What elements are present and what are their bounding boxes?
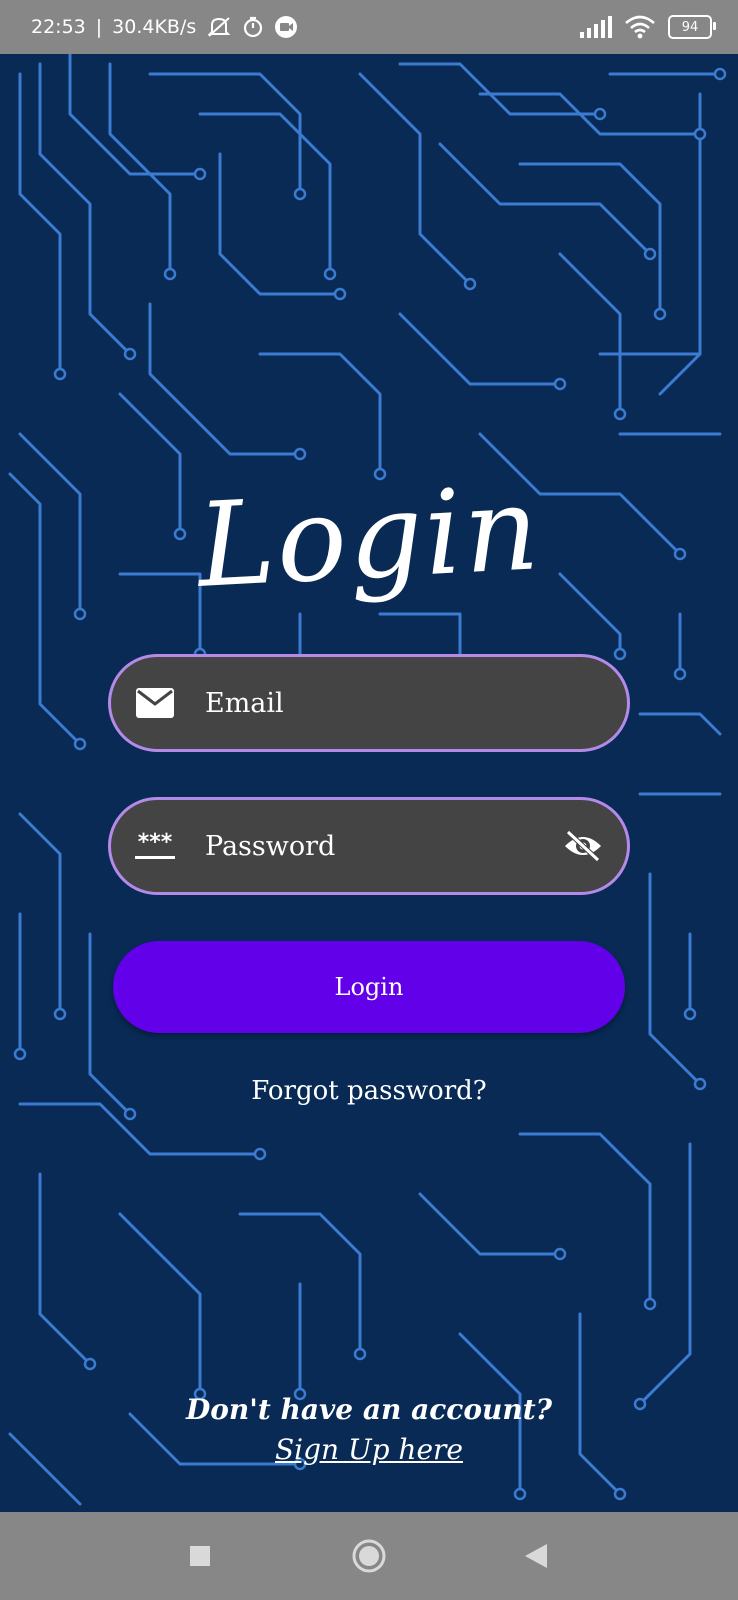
no-account-text: Don't have an account? [185, 1393, 553, 1426]
login-button[interactable]: Login [113, 941, 625, 1033]
status-time: 22:53 [31, 16, 86, 38]
email-placeholder: Email [205, 687, 284, 719]
eye-off-icon[interactable] [561, 824, 605, 868]
navigation-bar [0, 1512, 738, 1600]
wifi-icon [624, 15, 656, 39]
status-net-speed: 30.4KB/s [112, 16, 197, 38]
password-mask-icon: *** [133, 824, 177, 868]
square-icon[interactable] [160, 1512, 240, 1600]
status-separator: | [95, 16, 103, 38]
status-bar: 22:53 | 30.4KB/s 94 [0, 0, 738, 54]
mail-icon [133, 681, 177, 725]
record-icon [274, 15, 298, 39]
battery-indicator: 94 [668, 15, 716, 39]
password-mask-text: *** [138, 830, 173, 855]
timer-icon [242, 16, 264, 38]
email-field[interactable]: Email [108, 654, 630, 752]
circle-icon[interactable] [329, 1512, 409, 1600]
password-field[interactable]: *** Password [108, 797, 630, 895]
status-left: 22:53 | 30.4KB/s [31, 15, 298, 39]
status-right: 94 [580, 15, 716, 39]
signal-icon [580, 16, 612, 38]
circuit-background [0, 54, 738, 1512]
battery-level: 94 [681, 19, 699, 35]
mute-icon [206, 15, 232, 39]
signup-link[interactable]: Sign Up here [0, 1433, 738, 1466]
forgot-password-link[interactable]: Forgot password? [0, 1076, 738, 1106]
password-placeholder: Password [205, 830, 336, 862]
triangle-back-icon[interactable] [496, 1512, 576, 1600]
